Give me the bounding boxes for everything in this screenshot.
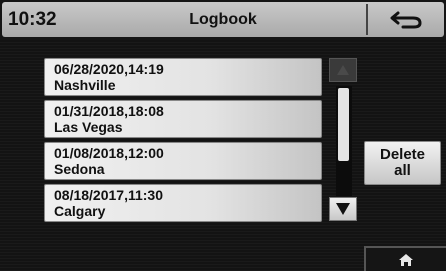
entry-datetime: 01/31/2018,18:08 — [54, 103, 164, 119]
back-button[interactable] — [366, 4, 444, 35]
scrollbar-thumb[interactable] — [338, 88, 349, 161]
scroll-down-icon — [336, 203, 350, 215]
entry-location: Nashville — [54, 77, 116, 93]
entry-location: Calgary — [54, 203, 106, 219]
logbook-entry[interactable]: 08/18/2017,11:30 Calgary — [44, 184, 322, 222]
home-icon — [399, 253, 413, 266]
header-bar: 10:32 Logbook — [2, 2, 444, 37]
back-arrow-icon — [390, 11, 422, 28]
entry-location: Las Vegas — [54, 119, 123, 135]
entry-datetime: 08/18/2017,11:30 — [54, 187, 163, 203]
entry-datetime: 06/28/2020,14:19 — [54, 61, 164, 77]
logbook-entry[interactable]: 06/28/2020,14:19 Nashville — [44, 58, 322, 96]
delete-all-button[interactable]: Delete all — [364, 141, 441, 185]
scroll-down-button[interactable] — [329, 197, 357, 221]
delete-all-label: Delete all — [379, 146, 426, 179]
entry-location: Sedona — [54, 161, 105, 177]
logbook-entry[interactable]: 01/31/2018,18:08 Las Vegas — [44, 100, 322, 138]
home-button[interactable] — [364, 246, 446, 271]
scroll-up-button[interactable] — [329, 58, 357, 82]
scroll-up-icon — [337, 65, 349, 75]
logbook-entry[interactable]: 01/08/2018,12:00 Sedona — [44, 142, 322, 180]
logbook-screen: 10:32 Logbook 06/28/2020,14:19 Nashville… — [0, 0, 446, 271]
entry-datetime: 01/08/2018,12:00 — [54, 145, 164, 161]
